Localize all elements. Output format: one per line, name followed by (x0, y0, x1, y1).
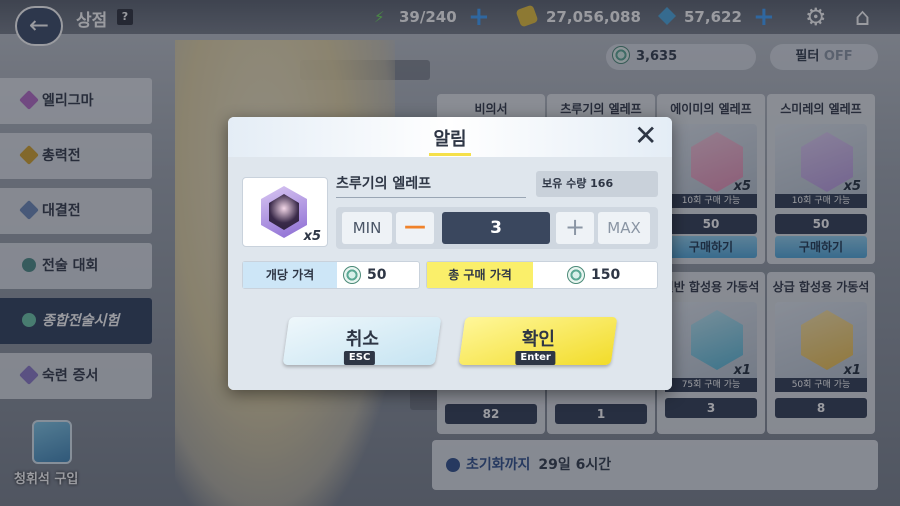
eleph-icon (261, 186, 307, 238)
total-price: 총 구매 가격 150 (426, 261, 658, 289)
quantity-value[interactable]: 3 (442, 212, 550, 244)
total-price-value: 150 (591, 267, 621, 283)
total-price-label: 총 구매 가격 (427, 262, 533, 288)
item-qty: x5 (303, 229, 321, 244)
close-icon[interactable]: ✕ (634, 121, 657, 151)
unit-price-label: 개당 가격 (243, 262, 337, 288)
cancel-label: 취소 (345, 329, 379, 350)
dialog-title: 알림 (433, 129, 467, 150)
coin-icon (343, 266, 361, 284)
confirm-label: 확인 (521, 329, 555, 350)
max-button[interactable]: MAX (598, 212, 650, 244)
unit-price-value: 50 (367, 267, 387, 283)
esc-key-hint: ESC (343, 351, 376, 365)
unit-price: 개당 가격 50 (242, 261, 420, 289)
title-underline (429, 153, 471, 156)
cancel-button[interactable]: 취소 ESC (282, 317, 442, 365)
confirm-button[interactable]: 확인 Enter (458, 317, 618, 365)
divider (336, 197, 526, 198)
student-portrait (269, 194, 299, 230)
owned-count: 보유 수량 166 (536, 171, 658, 197)
plus-button[interactable]: + (556, 212, 594, 244)
dialog-header: 알림 ✕ (228, 117, 672, 157)
enter-key-hint: Enter (515, 351, 556, 365)
minus-button[interactable]: — (396, 212, 434, 244)
purchase-dialog: 알림 ✕ x5 츠루기의 엘레프 보유 수량 166 MIN — 3 + MAX… (228, 117, 672, 390)
dialog-body: x5 츠루기의 엘레프 보유 수량 166 MIN — 3 + MAX 개당 가… (228, 157, 672, 390)
quantity-stepper: MIN — 3 + MAX (336, 207, 658, 249)
min-button[interactable]: MIN (342, 212, 392, 244)
coin-icon (567, 266, 585, 284)
item-thumbnail: x5 (242, 177, 328, 247)
item-name: 츠루기의 엘레프 (336, 176, 432, 192)
